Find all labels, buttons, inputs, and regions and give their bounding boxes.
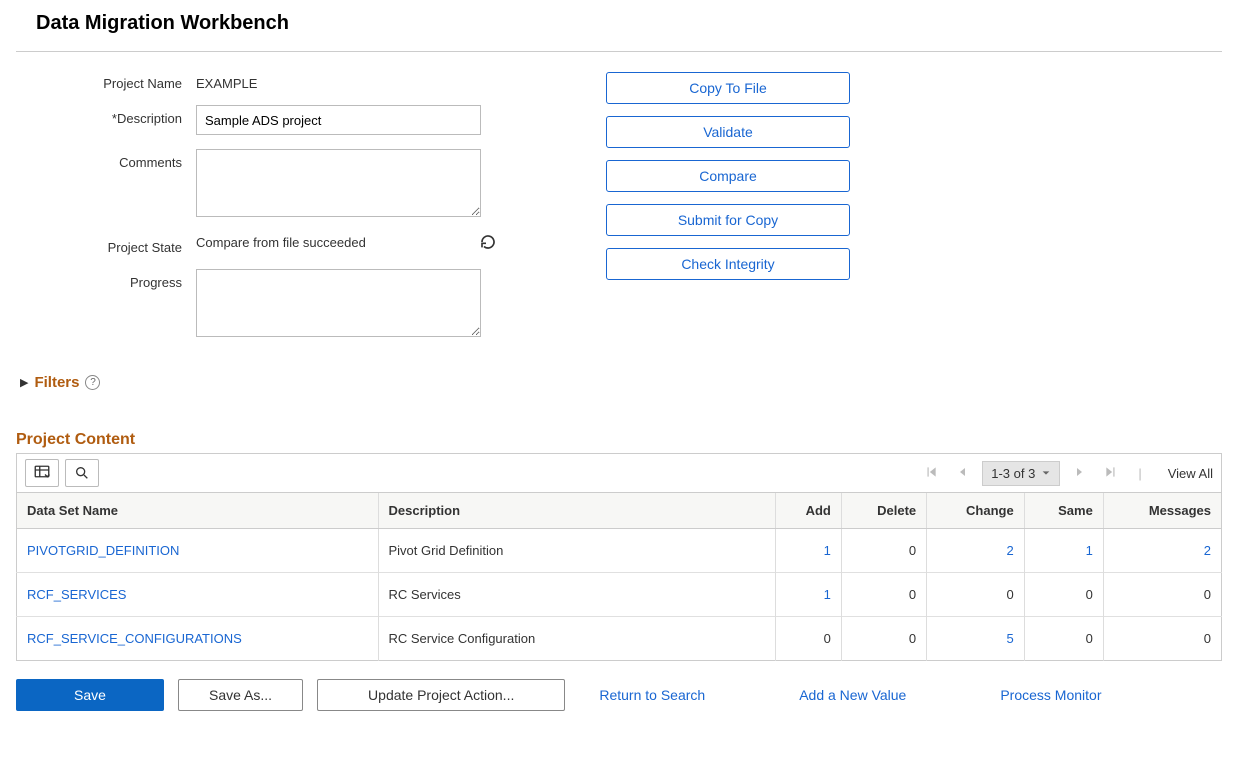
check-integrity-button[interactable]: Check Integrity <box>606 248 850 280</box>
table-row: RCF_SERVICE_CONFIGURATIONS RC Service Con… <box>17 617 1222 661</box>
cell-change: 0 <box>927 573 1025 617</box>
cell-same: 0 <box>1024 573 1103 617</box>
project-form: Project Name EXAMPLE *Description Commen… <box>16 70 496 340</box>
cell-delete: 0 <box>841 617 926 661</box>
cell-messages: 0 <box>1103 617 1221 661</box>
cell-value[interactable]: 1 <box>824 587 831 602</box>
search-button[interactable] <box>65 459 99 487</box>
help-icon[interactable]: ? <box>85 375 100 390</box>
cell-messages: 2 <box>1103 529 1221 573</box>
col-description[interactable]: Description <box>378 493 776 529</box>
project-name-value: EXAMPLE <box>196 70 496 91</box>
cell-value: 0 <box>824 631 831 646</box>
data-set-link[interactable]: PIVOTGRID_DEFINITION <box>27 543 179 558</box>
col-delete[interactable]: Delete <box>841 493 926 529</box>
pager: 1-3 of 3 | View All <box>920 461 1213 486</box>
project-content-table: Data Set Name Description Add Delete Cha… <box>16 493 1222 661</box>
action-column: Copy To File Validate Compare Submit for… <box>606 70 850 340</box>
save-button[interactable]: Save <box>16 679 164 711</box>
compare-button[interactable]: Compare <box>606 160 850 192</box>
update-project-action-button[interactable]: Update Project Action... <box>317 679 565 711</box>
data-set-link[interactable]: RCF_SERVICE_CONFIGURATIONS <box>27 631 242 646</box>
filters-label: Filters <box>34 374 79 391</box>
chevron-down-icon <box>1041 468 1051 478</box>
cell-name: RCF_SERVICE_CONFIGURATIONS <box>17 617 379 661</box>
cell-value[interactable]: 2 <box>1204 543 1211 558</box>
cell-value: 0 <box>1204 631 1211 646</box>
table-row: RCF_SERVICES RC Services 1 0 0 0 0 <box>17 573 1222 617</box>
cell-name: RCF_SERVICES <box>17 573 379 617</box>
description-label: *Description <box>16 105 196 126</box>
cell-delete: 0 <box>841 529 926 573</box>
cell-value: 0 <box>1086 587 1093 602</box>
copy-to-file-button[interactable]: Copy To File <box>606 72 850 104</box>
col-data-set-name[interactable]: Data Set Name <box>17 493 379 529</box>
page-range-text: 1-3 of 3 <box>991 466 1035 481</box>
cell-value: 0 <box>1086 631 1093 646</box>
progress-textarea[interactable] <box>196 269 481 337</box>
project-name-label: Project Name <box>16 70 196 91</box>
cell-description: RC Services <box>378 573 776 617</box>
col-messages[interactable]: Messages <box>1103 493 1221 529</box>
footer: Save Save As... Update Project Action...… <box>16 679 1222 711</box>
save-as-button[interactable]: Save As... <box>178 679 303 711</box>
first-page-button[interactable] <box>920 463 942 484</box>
data-set-link[interactable]: RCF_SERVICES <box>27 587 126 602</box>
refresh-icon[interactable] <box>480 234 496 250</box>
cell-value: 0 <box>1006 587 1013 602</box>
cell-value[interactable]: 1 <box>1086 543 1093 558</box>
page-title: Data Migration Workbench <box>36 12 1222 35</box>
cell-same: 0 <box>1024 617 1103 661</box>
cell-value: 0 <box>909 587 916 602</box>
last-page-button[interactable] <box>1100 463 1122 484</box>
cell-value: 0 <box>909 631 916 646</box>
project-state-label: Project State <box>16 234 196 255</box>
cell-add: 1 <box>776 529 842 573</box>
cell-same: 1 <box>1024 529 1103 573</box>
cell-change: 5 <box>927 617 1025 661</box>
cell-delete: 0 <box>841 573 926 617</box>
divider <box>16 51 1222 52</box>
prev-page-button[interactable] <box>952 463 972 483</box>
cell-add: 0 <box>776 617 842 661</box>
view-all-link[interactable]: View All <box>1168 466 1213 481</box>
grid-settings-button[interactable] <box>25 459 59 487</box>
chevron-right-icon: ▶ <box>20 376 28 389</box>
validate-button[interactable]: Validate <box>606 116 850 148</box>
cell-messages: 0 <box>1103 573 1221 617</box>
process-monitor-link[interactable]: Process Monitor <box>1000 687 1101 703</box>
cell-change: 2 <box>927 529 1025 573</box>
add-new-value-link[interactable]: Add a New Value <box>799 687 906 703</box>
cell-value: 0 <box>1204 587 1211 602</box>
cell-description: Pivot Grid Definition <box>378 529 776 573</box>
comments-label: Comments <box>16 149 196 170</box>
grid-toolbar: 1-3 of 3 | View All <box>16 453 1222 493</box>
col-add[interactable]: Add <box>776 493 842 529</box>
cell-value[interactable]: 5 <box>1006 631 1013 646</box>
comments-textarea[interactable] <box>196 149 481 217</box>
description-input[interactable] <box>196 105 481 135</box>
cell-value[interactable]: 2 <box>1006 543 1013 558</box>
progress-label: Progress <box>16 269 196 290</box>
submit-for-copy-button[interactable]: Submit for Copy <box>606 204 850 236</box>
cell-description: RC Service Configuration <box>378 617 776 661</box>
return-to-search-link[interactable]: Return to Search <box>599 687 705 703</box>
cell-name: PIVOTGRID_DEFINITION <box>17 529 379 573</box>
project-content-title: Project Content <box>16 431 1222 449</box>
next-page-button[interactable] <box>1070 463 1090 483</box>
filters-toggle[interactable]: ▶ Filters ? <box>20 374 1222 391</box>
col-change[interactable]: Change <box>927 493 1025 529</box>
cell-value[interactable]: 1 <box>824 543 831 558</box>
cell-value: 0 <box>909 543 916 558</box>
project-state-value: Compare from file succeeded <box>196 235 366 250</box>
table-row: PIVOTGRID_DEFINITION Pivot Grid Definitio… <box>17 529 1222 573</box>
cell-add: 1 <box>776 573 842 617</box>
col-same[interactable]: Same <box>1024 493 1103 529</box>
page-range-dropdown[interactable]: 1-3 of 3 <box>982 461 1060 486</box>
separator: | <box>1138 466 1141 481</box>
